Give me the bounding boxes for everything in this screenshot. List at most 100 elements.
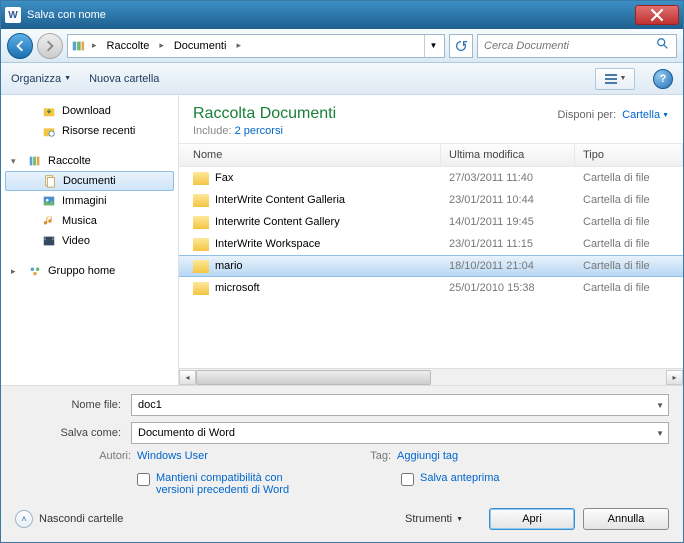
- list-row[interactable]: microsoft 25/01/2010 15:38Cartella di fil…: [179, 277, 683, 299]
- expand-icon[interactable]: ▸: [11, 266, 16, 277]
- row-date: 25/01/2010 15:38: [441, 282, 575, 294]
- forward-button[interactable]: [37, 33, 63, 59]
- row-name: Fax: [215, 172, 233, 184]
- search-icon[interactable]: [656, 37, 670, 54]
- row-name: mario: [215, 260, 243, 272]
- arrange-by-link[interactable]: Cartella ▼: [622, 109, 669, 121]
- collapse-icon[interactable]: ▾: [11, 156, 16, 167]
- window-title: Salva con nome: [27, 9, 635, 21]
- column-headers: Nome Ultima modifica Tipo: [179, 143, 683, 167]
- forward-arrow-icon: [44, 40, 56, 52]
- main-area: Download Risorse recenti ▾ Raccolte Docu…: [1, 95, 683, 385]
- chevron-down-icon[interactable]: ▼: [656, 429, 664, 438]
- refresh-button[interactable]: [449, 34, 473, 58]
- back-arrow-icon: [14, 40, 26, 52]
- organize-menu[interactable]: Organizza ▼: [11, 73, 71, 85]
- content-pane: Raccolta Documenti Include: 2 percorsi D…: [179, 95, 683, 385]
- chevron-right-icon[interactable]: ▸: [88, 40, 101, 51]
- list-row[interactable]: InterWrite Workspace23/01/2011 11:15Cart…: [179, 233, 683, 255]
- sidebar-item-music[interactable]: Musica: [1, 211, 178, 231]
- breadcrumb-documents[interactable]: Documenti: [170, 35, 231, 57]
- chevron-right-icon[interactable]: ▸: [155, 40, 168, 51]
- row-type: Cartella di file: [575, 172, 683, 184]
- scroll-track[interactable]: [196, 370, 666, 385]
- chevron-down-icon: ▼: [620, 75, 627, 82]
- sidebar-item-video[interactable]: Video: [1, 231, 178, 251]
- row-name: InterWrite Workspace: [215, 238, 320, 250]
- sidebar-item-recent[interactable]: Risorse recenti: [1, 121, 178, 141]
- sidebar-item-libraries[interactable]: ▾ Raccolte: [1, 151, 178, 171]
- row-date: 27/03/2011 11:40: [441, 172, 575, 184]
- organize-label: Organizza: [11, 73, 61, 85]
- tools-menu[interactable]: Strumenti ▼: [405, 513, 463, 525]
- list-view-icon: [604, 72, 618, 86]
- compat-checkbox-input[interactable]: [137, 473, 150, 486]
- toolbar: Organizza ▼ Nuova cartella ▼ ?: [1, 63, 683, 95]
- back-button[interactable]: [7, 33, 33, 59]
- sidebar: Download Risorse recenti ▾ Raccolte Docu…: [1, 95, 179, 385]
- list-row[interactable]: Fax 27/03/2011 11:40Cartella di file: [179, 167, 683, 189]
- cancel-button[interactable]: Annulla: [583, 508, 669, 530]
- saveas-value: Documento di Word: [138, 427, 235, 439]
- breadcrumb[interactable]: ▸ Raccolte ▸ Documenti ▸ ▼: [67, 34, 445, 58]
- thumbnail-checkbox[interactable]: Salva anteprima: [401, 472, 500, 496]
- thumbnail-checkbox-input[interactable]: [401, 473, 414, 486]
- documents-icon: [42, 173, 58, 189]
- breadcrumb-dropdown[interactable]: ▼: [424, 35, 442, 57]
- form-area: Nome file: doc1 ▼ Salva come: Documento …: [1, 385, 683, 500]
- tags-value[interactable]: Aggiungi tag: [397, 450, 458, 462]
- column-type[interactable]: Tipo: [575, 144, 683, 166]
- chevron-down-icon[interactable]: ▼: [656, 401, 664, 410]
- close-button[interactable]: [635, 5, 679, 25]
- download-icon: [41, 103, 57, 119]
- folder-icon: [193, 282, 209, 295]
- scroll-left-button[interactable]: ◂: [179, 370, 196, 385]
- search-input[interactable]: [484, 40, 656, 52]
- recent-icon: [41, 123, 57, 139]
- file-list[interactable]: Fax27/03/2011 11:40Cartella di fileInter…: [179, 167, 683, 368]
- library-subtitle: Include: 2 percorsi: [193, 125, 557, 137]
- sidebar-item-documents[interactable]: Documenti: [5, 171, 174, 191]
- folder-icon: [193, 216, 209, 229]
- homegroup-icon: [27, 263, 43, 279]
- libraries-icon: [27, 153, 43, 169]
- sidebar-item-download[interactable]: Download: [1, 101, 178, 121]
- titlebar: W Salva con nome: [1, 1, 683, 29]
- compat-checkbox[interactable]: Mantieni compatibilità con versioni prec…: [137, 472, 291, 496]
- sidebar-item-images[interactable]: Immagini: [1, 191, 178, 211]
- authors-value[interactable]: Windows User: [137, 450, 208, 462]
- scroll-thumb[interactable]: [196, 370, 431, 385]
- chevron-right-icon[interactable]: ▸: [232, 40, 245, 51]
- scroll-right-button[interactable]: ▸: [666, 370, 683, 385]
- filename-field[interactable]: doc1 ▼: [131, 394, 669, 416]
- refresh-icon: [454, 39, 468, 53]
- help-button[interactable]: ?: [653, 69, 673, 89]
- chevron-down-icon: ▼: [64, 75, 71, 82]
- horizontal-scrollbar[interactable]: ◂ ▸: [179, 368, 683, 385]
- view-mode-button[interactable]: ▼: [595, 68, 635, 90]
- list-row[interactable]: Interwrite Content Gallery14/01/2011 19:…: [179, 211, 683, 233]
- row-type: Cartella di file: [575, 194, 683, 206]
- folder-icon: [193, 172, 209, 185]
- row-date: 23/01/2011 11:15: [441, 238, 575, 250]
- library-locations-link[interactable]: 2 percorsi: [235, 125, 283, 137]
- filename-label: Nome file:: [15, 399, 131, 411]
- column-name[interactable]: Nome: [179, 144, 441, 166]
- hide-folders-button[interactable]: ˄ Nascondi cartelle: [15, 510, 123, 528]
- row-name: microsoft: [215, 282, 260, 294]
- list-row[interactable]: InterWrite Content Galleria23/01/2011 10…: [179, 189, 683, 211]
- open-button[interactable]: Apri: [489, 508, 575, 530]
- library-title: Raccolta Documenti: [193, 105, 557, 123]
- new-folder-button[interactable]: Nuova cartella: [89, 73, 159, 85]
- button-bar: ˄ Nascondi cartelle Strumenti ▼ Apri Ann…: [1, 500, 683, 542]
- row-date: 14/01/2011 19:45: [441, 216, 575, 228]
- column-modified[interactable]: Ultima modifica: [441, 144, 575, 166]
- sidebar-item-homegroup[interactable]: ▸ Gruppo home: [1, 261, 178, 281]
- breadcrumb-libraries[interactable]: Raccolte: [103, 35, 154, 57]
- list-row[interactable]: mario18/10/2011 21:04Cartella di file: [179, 255, 683, 277]
- music-icon: [41, 213, 57, 229]
- saveas-field[interactable]: Documento di Word ▼: [131, 422, 669, 444]
- search-box[interactable]: [477, 34, 677, 58]
- library-header: Raccolta Documenti Include: 2 percorsi D…: [179, 95, 683, 143]
- row-type: Cartella di file: [575, 282, 683, 294]
